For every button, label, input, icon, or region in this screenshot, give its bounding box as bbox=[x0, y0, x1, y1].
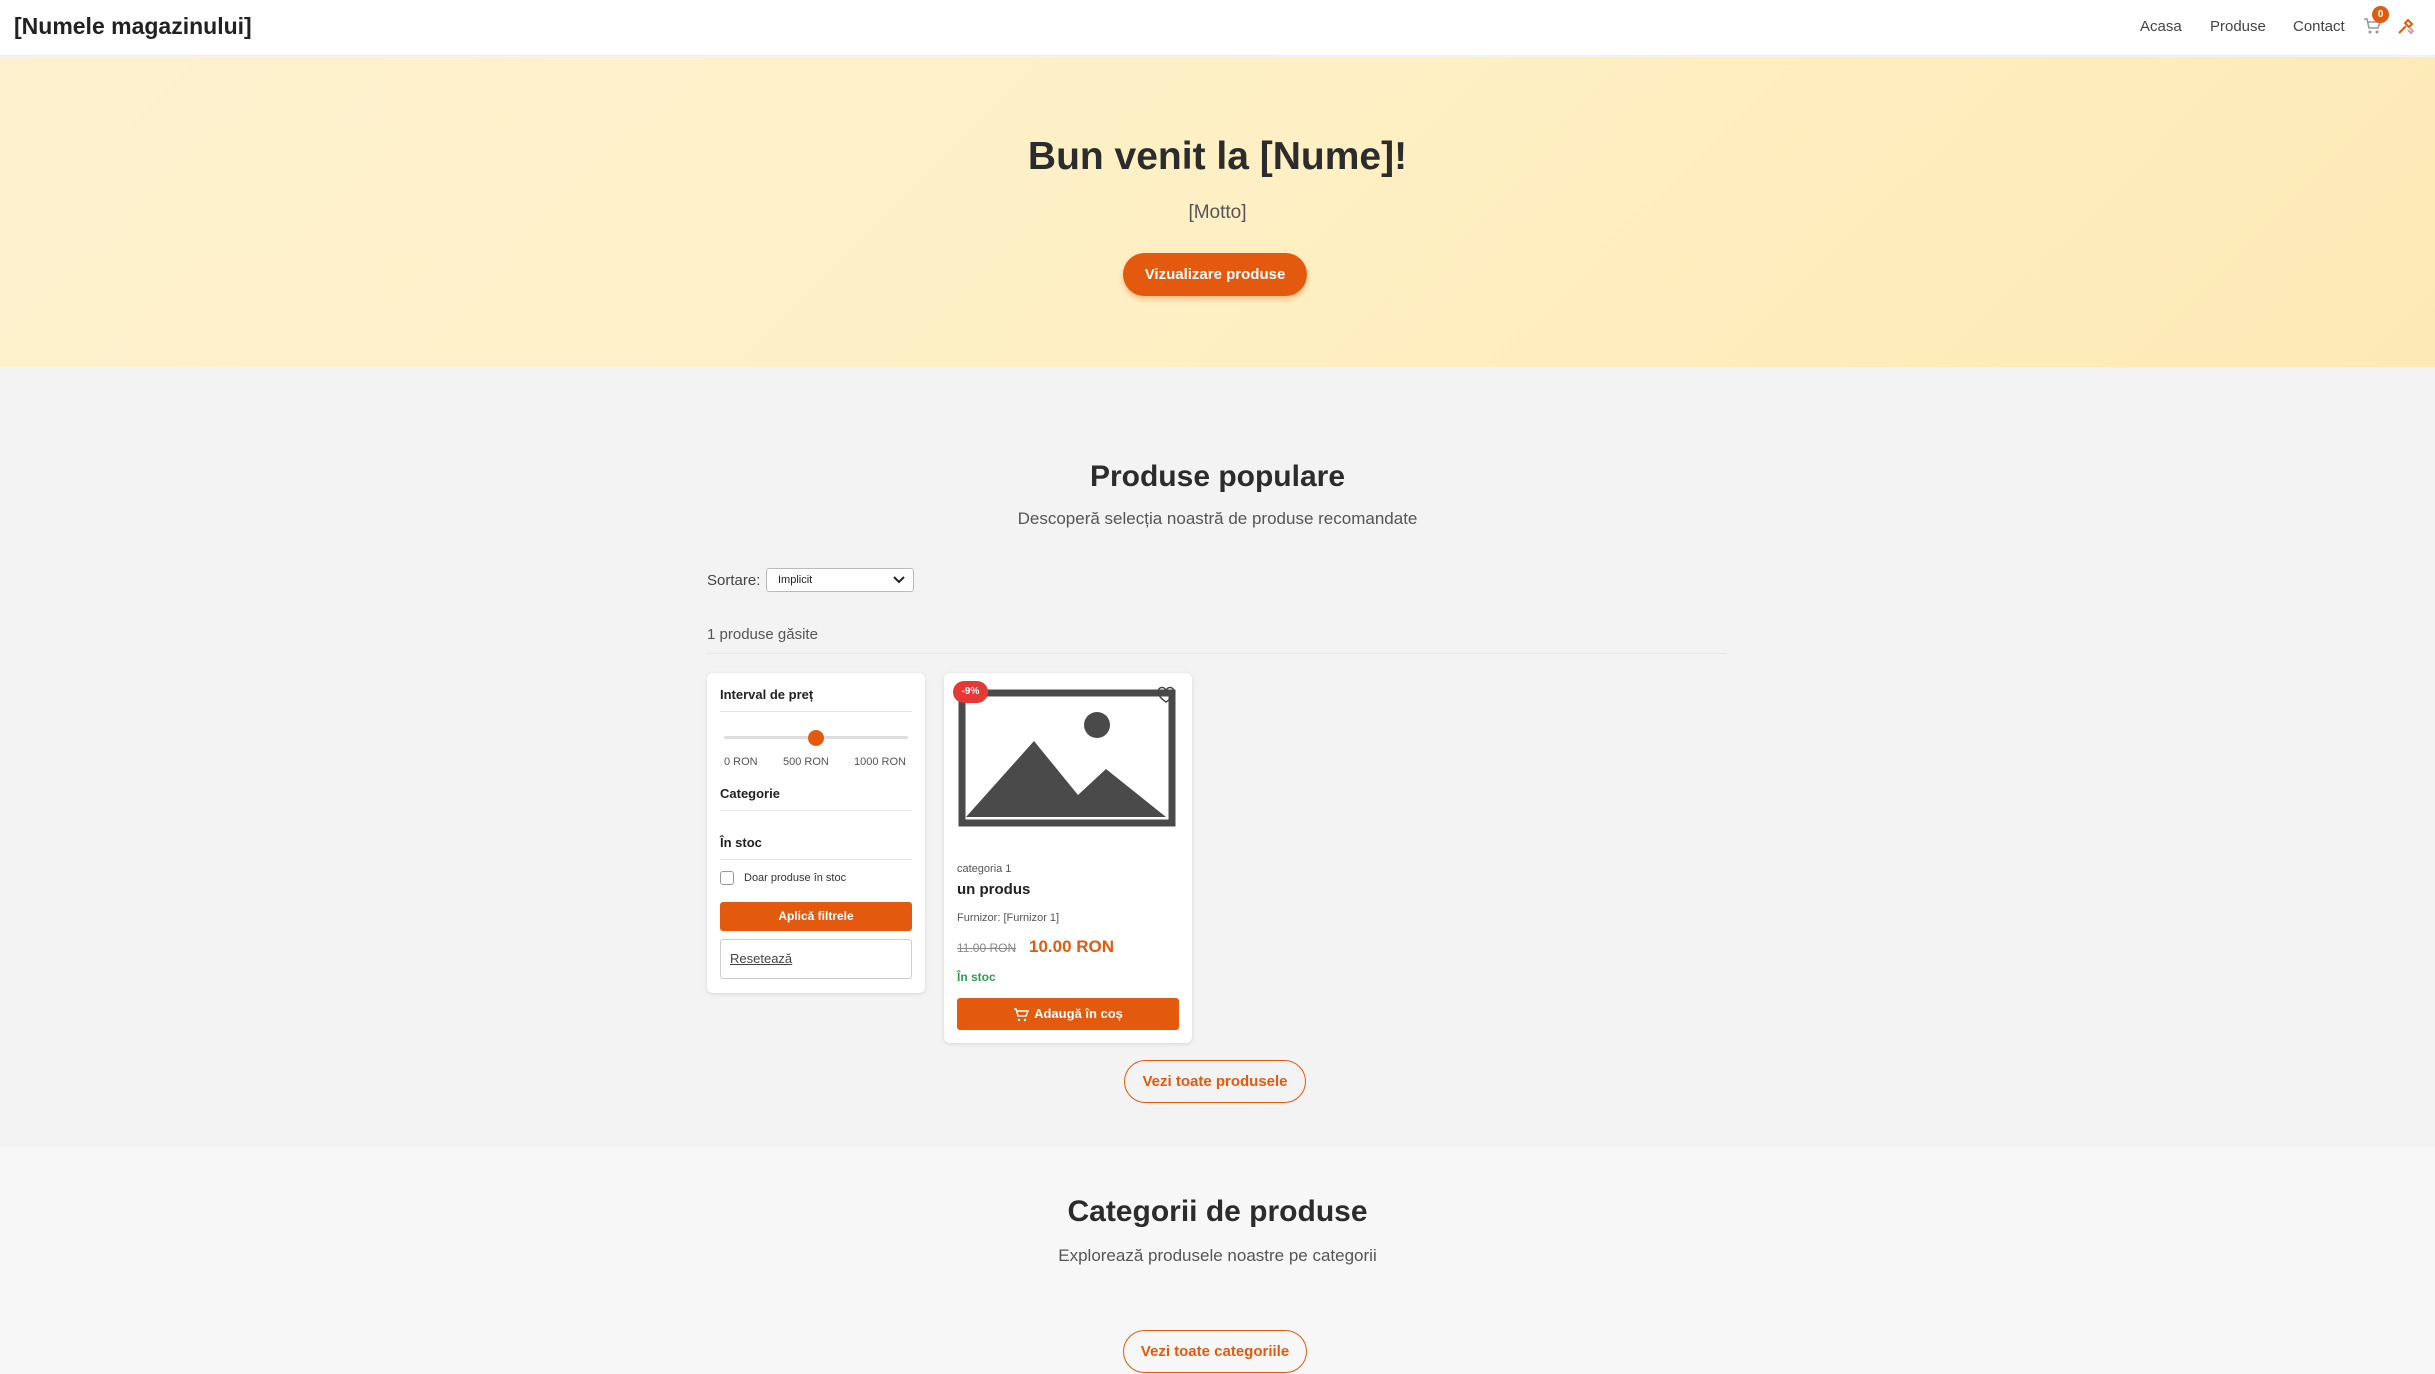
sort-label: Sortare: bbox=[707, 572, 761, 589]
results-count: 1 produse găsite bbox=[707, 626, 818, 643]
add-to-cart-button[interactable]: Adaugă în coș bbox=[957, 998, 1179, 1030]
tools-icon[interactable] bbox=[2396, 16, 2416, 36]
stock-heading: În stoc bbox=[720, 835, 762, 850]
categories-subtitle: Explorează produsele noastre pe categori… bbox=[1058, 1246, 1377, 1265]
product-supplier: Furnizor: [Furnizor 1] bbox=[957, 912, 1060, 924]
nav-link-contact[interactable]: Contact bbox=[2293, 18, 2345, 35]
stock-status: În stoc bbox=[957, 970, 996, 984]
category-heading: Categorie bbox=[720, 786, 780, 801]
divider bbox=[720, 859, 912, 860]
product-name[interactable]: un produs bbox=[957, 881, 1030, 898]
categories-title: Categorii de produse bbox=[1067, 1195, 1368, 1228]
view-all-products-button[interactable]: Vezi toate produsele bbox=[1124, 1060, 1306, 1103]
view-products-button[interactable]: Vizualizare produse bbox=[1123, 253, 1307, 296]
sort-select[interactable]: Implicit bbox=[766, 568, 914, 592]
store-name[interactable]: [Numele magazinului] bbox=[14, 13, 252, 40]
divider bbox=[707, 653, 1727, 654]
in-stock-checkbox-label[interactable]: Doar produse în stoc bbox=[744, 872, 846, 884]
divider bbox=[720, 810, 912, 811]
cart-count-badge: 0 bbox=[2372, 6, 2389, 23]
heart-icon[interactable] bbox=[1156, 686, 1176, 704]
in-stock-checkbox[interactable] bbox=[720, 871, 734, 885]
popular-products-subtitle: Descoperă selecția noastră de produse re… bbox=[1017, 509, 1418, 528]
old-price: 11.00 RON bbox=[957, 941, 1017, 955]
nav-link-home[interactable]: Acasa bbox=[2140, 18, 2182, 35]
popular-products-title: Produse populare bbox=[1089, 460, 1346, 493]
nav-link-products[interactable]: Produse bbox=[2210, 18, 2266, 35]
hero-title: Bun venit la [Nume]! bbox=[1027, 135, 1408, 178]
chevron-down-icon bbox=[893, 576, 905, 584]
divider bbox=[720, 711, 912, 712]
apply-filters-button[interactable]: Aplică filtrele bbox=[720, 902, 912, 931]
product-category[interactable]: categoria 1 bbox=[957, 863, 1011, 875]
site-header: [Numele magazinului] Acasa Produse Conta… bbox=[0, 0, 2435, 56]
filter-panel: Interval de preț 0 RON 500 RON 1000 RON … bbox=[707, 673, 925, 993]
view-all-categories-button[interactable]: Vezi toate categoriile bbox=[1123, 1330, 1307, 1373]
add-to-cart-label: Adaugă în coș bbox=[1034, 1006, 1123, 1021]
product-card[interactable]: -9% categoria 1 un produs Furnizor: [Fur… bbox=[944, 673, 1192, 1043]
image-placeholder-icon[interactable] bbox=[958, 689, 1176, 827]
current-price: 10.00 RON bbox=[1029, 937, 1115, 956]
reset-filters-button[interactable]: Resetează bbox=[720, 939, 912, 979]
discount-badge: -9% bbox=[953, 681, 988, 703]
hero-motto: [Motto] bbox=[1188, 202, 1247, 223]
price-max-label: 1000 RON bbox=[854, 756, 906, 768]
price-range-heading: Interval de preț bbox=[720, 687, 814, 702]
price-min-label: 0 RON bbox=[724, 756, 758, 768]
price-slider-thumb[interactable] bbox=[808, 730, 824, 746]
sort-selected-value: Implicit bbox=[778, 574, 813, 586]
cart-icon bbox=[1014, 1007, 1030, 1021]
price-mid-label: 500 RON bbox=[783, 756, 829, 768]
